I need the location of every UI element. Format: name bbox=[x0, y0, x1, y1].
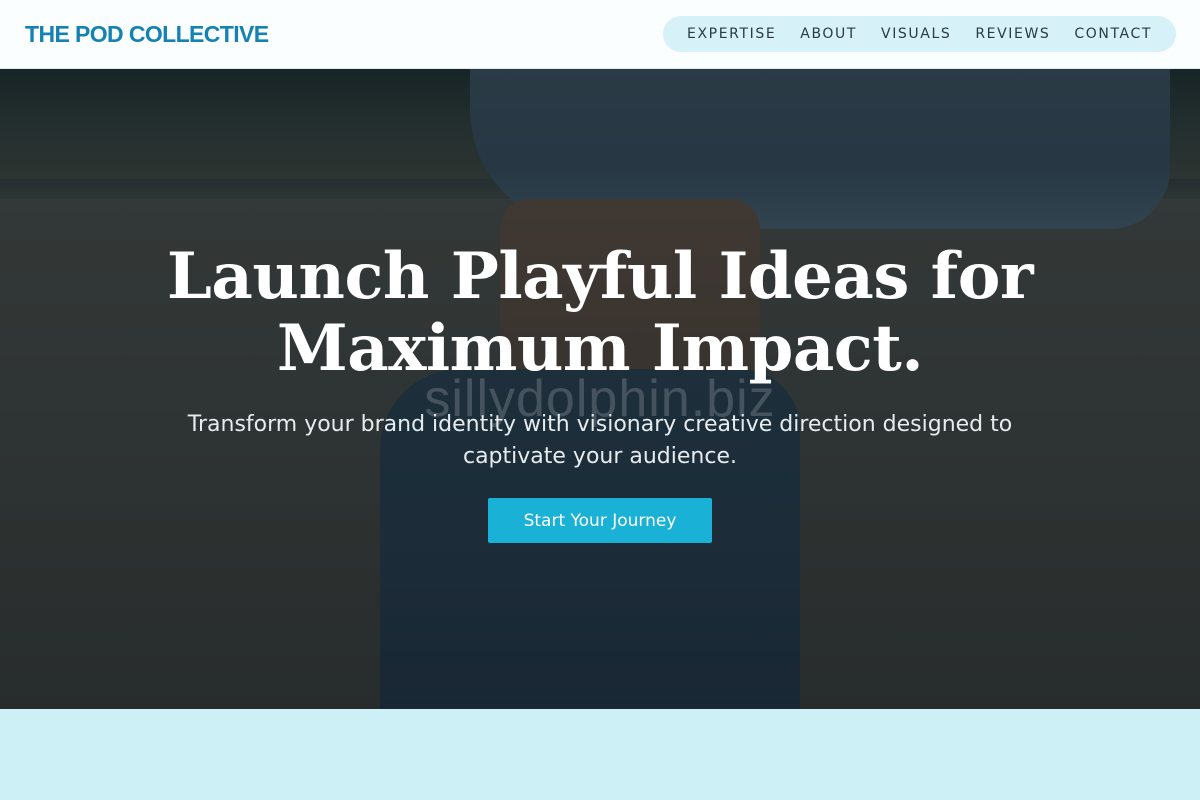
hero-section: sillydolphin.biz Launch Playful Ideas fo… bbox=[0, 69, 1200, 709]
brand-logo[interactable]: THE POD COLLECTIVE bbox=[25, 21, 269, 48]
nav-link-about[interactable]: ABOUT bbox=[800, 26, 857, 42]
nav-link-contact[interactable]: CONTACT bbox=[1074, 26, 1152, 42]
hero-content: sillydolphin.biz Launch Playful Ideas fo… bbox=[0, 69, 1200, 709]
hero-headline-line-2: Maximum Impact. bbox=[276, 311, 924, 386]
nav-link-reviews[interactable]: REVIEWS bbox=[975, 26, 1050, 42]
nav-link-expertise[interactable]: EXPERTISE bbox=[687, 26, 776, 42]
next-section bbox=[0, 709, 1200, 800]
hero-headline-line-1: Launch Playful Ideas for bbox=[166, 239, 1034, 314]
nav-link-visuals[interactable]: VISUALS bbox=[881, 26, 951, 42]
hero-subheadline: Transform your brand identity with visio… bbox=[187, 412, 1013, 469]
main-nav: EXPERTISE ABOUT VISUALS REVIEWS CONTACT bbox=[663, 16, 1176, 52]
site-header: THE POD COLLECTIVE EXPERTISE ABOUT VISUA… bbox=[0, 0, 1200, 69]
hero-headline: Launch Playful Ideas for Maximum Impact. bbox=[100, 241, 1100, 385]
start-journey-button[interactable]: Start Your Journey bbox=[488, 498, 712, 543]
